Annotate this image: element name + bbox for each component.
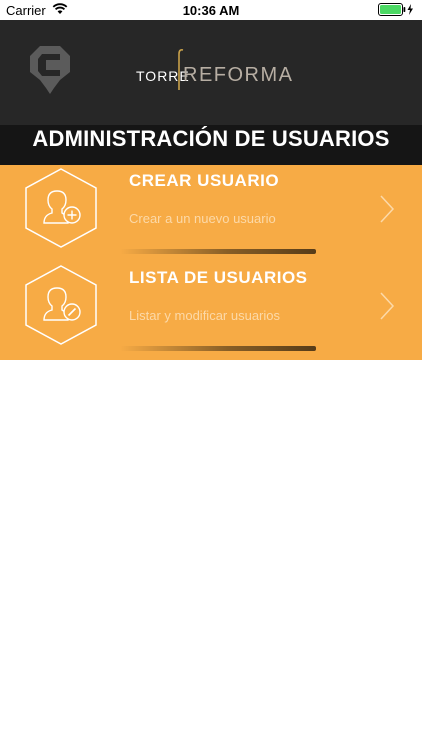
menu-item-crear-usuario[interactable]: CREAR USUARIO Crear a un nuevo usuario bbox=[0, 165, 422, 262]
chevron-right-icon bbox=[378, 291, 396, 326]
title-bar: ADMINISTRACIÓN DE USUARIOS bbox=[0, 125, 422, 165]
user-edit-icon bbox=[24, 264, 98, 351]
menu-item-lista-de-usuarios[interactable]: LISTA DE USUARIOS Listar y modificar usu… bbox=[0, 262, 422, 359]
status-bar: Carrier 10:36 AM bbox=[0, 0, 422, 20]
item-divider-shadow bbox=[120, 249, 316, 254]
brand-word-reforma: REFORMA bbox=[183, 64, 294, 86]
menu-item-subtitle: Crear a un nuevo usuario bbox=[129, 211, 276, 226]
user-add-icon bbox=[24, 167, 98, 254]
menu-item-subtitle: Listar y modificar usuarios bbox=[129, 308, 280, 323]
app-header: TORRE REFORMA bbox=[0, 20, 422, 125]
user-admin-menu: CREAR USUARIO Crear a un nuevo usuario L… bbox=[0, 165, 422, 360]
status-time: 10:36 AM bbox=[182, 3, 240, 18]
chevron-right-icon bbox=[378, 194, 396, 229]
page-title: ADMINISTRACIÓN DE USUARIOS bbox=[32, 126, 390, 151]
menu-item-title: LISTA DE USUARIOS bbox=[129, 268, 308, 287]
battery-charging-icon bbox=[378, 3, 416, 19]
location-pin-logo-icon bbox=[28, 44, 72, 101]
menu-item-title: CREAR USUARIO bbox=[129, 171, 280, 190]
item-divider-shadow bbox=[120, 346, 316, 351]
